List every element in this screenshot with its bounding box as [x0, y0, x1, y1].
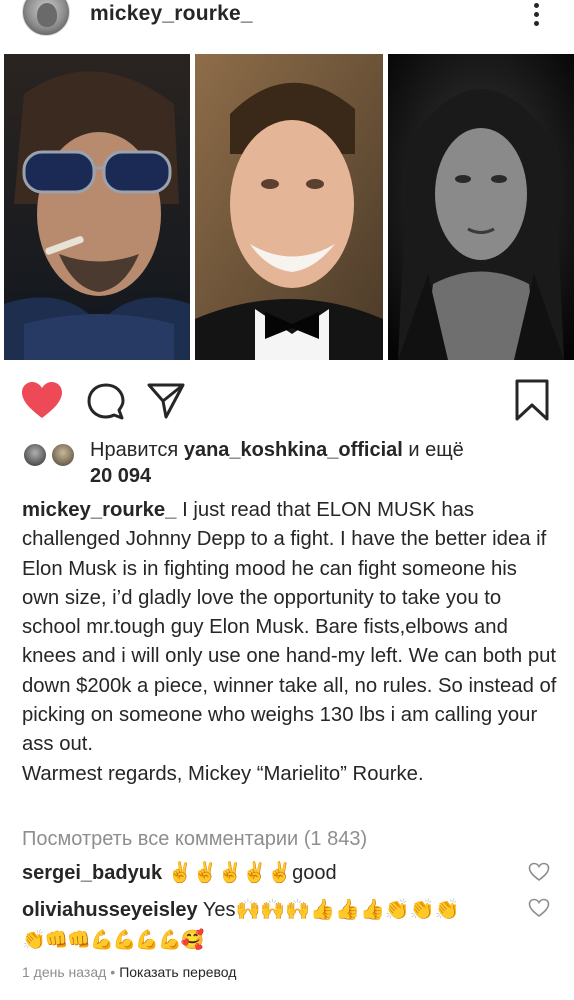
post-image-collage[interactable] [0, 54, 574, 360]
post-meta: 1 день назад • Показать перевод [22, 964, 236, 980]
likes-and-more: и ещё [408, 439, 464, 461]
liker-avatar [50, 442, 76, 468]
comment-username[interactable]: oliviahusseyeisley [22, 899, 198, 921]
photo-panel-left [4, 54, 190, 360]
caption-signoff: Warmest regards, Mickey “Marielito” Rour… [22, 762, 424, 785]
avatar[interactable] [22, 0, 70, 36]
comment-item: sergei_badyuk ✌️✌️✌️✌️✌️good [22, 857, 522, 889]
small-heart-icon[interactable] [528, 898, 550, 918]
action-bar [0, 378, 574, 424]
post-caption: mickey_rourke_ I just read that ELON MUS… [22, 496, 558, 789]
separator-dot: • [110, 964, 116, 980]
likes-count[interactable]: 20 094 [90, 464, 151, 488]
post-username[interactable]: mickey_rourke_ [90, 2, 253, 26]
photo-panel-right [388, 54, 574, 360]
show-translation-link[interactable]: Показать перевод [119, 964, 236, 980]
caption-username[interactable]: mickey_rourke_ [22, 499, 176, 521]
more-vertical-icon[interactable] [528, 0, 544, 28]
bookmark-icon[interactable] [514, 378, 550, 422]
comment-username[interactable]: sergei_badyuk [22, 862, 162, 884]
comment-text-continued: 👏👊👊💪💪💪💪🥰 [22, 930, 204, 951]
small-heart-icon[interactable] [528, 862, 550, 882]
caption-text: I just read that ELON MUSK has challenge… [22, 499, 557, 756]
post-time: 1 день назад [22, 964, 107, 980]
liker-avatar [22, 442, 48, 468]
view-all-comments-link[interactable]: Посмотреть все комментарии (1 843) [22, 828, 367, 851]
heart-filled-icon[interactable] [20, 380, 64, 420]
likes-prefix: Нравится [90, 439, 179, 461]
comment-text: Yes🙌🙌🙌👍👍👍👏👏👏 [202, 899, 460, 921]
comment-text: ✌️✌️✌️✌️✌️good [167, 862, 337, 884]
likes-user[interactable]: yana_koshkina_official [184, 439, 403, 461]
likes-summary[interactable]: Нравится yana_koshkina_official и ещё 20… [22, 436, 562, 490]
likes-text: Нравится yana_koshkina_official и ещё [90, 438, 560, 462]
share-icon[interactable] [146, 380, 186, 420]
comment-item: oliviahusseyeisley Yes🙌🙌🙌👍👍👍👏👏👏 [22, 894, 522, 926]
post-header: mickey_rourke_ [0, 0, 574, 50]
comment-icon[interactable] [86, 382, 126, 420]
photo-panel-middle [195, 54, 383, 360]
